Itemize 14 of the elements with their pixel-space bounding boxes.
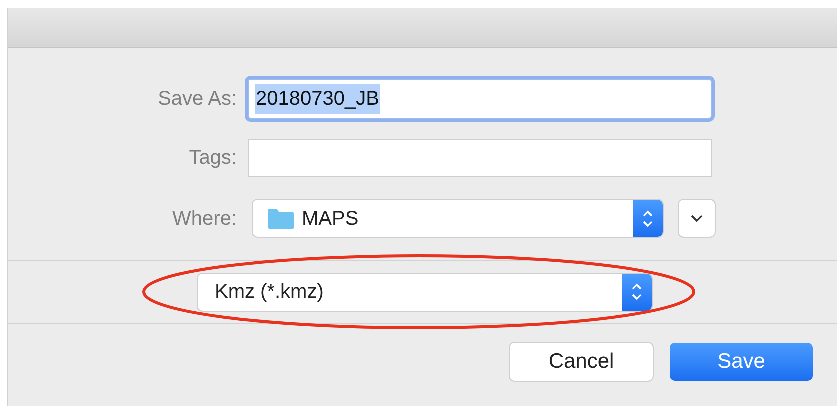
field-label: Tags: xyxy=(188,146,238,170)
folder-icon xyxy=(267,208,295,230)
chevron-icon xyxy=(691,214,703,222)
field-label: Save As: xyxy=(157,86,238,112)
file-format-popup[interactable]: Kmz (*.kmz) xyxy=(198,274,652,310)
stepper-icon xyxy=(622,274,652,310)
location-popup[interactable]: MAPS xyxy=(253,200,663,237)
input-field[interactable] xyxy=(248,138,712,176)
expand-button[interactable] xyxy=(679,200,715,237)
folder-name: MAPS xyxy=(302,206,359,232)
field-label: Where: xyxy=(172,206,238,232)
save-button[interactable]: Save xyxy=(670,343,813,381)
stepper-icon xyxy=(633,200,663,237)
cancel-button[interactable]: Cancel xyxy=(510,343,653,381)
